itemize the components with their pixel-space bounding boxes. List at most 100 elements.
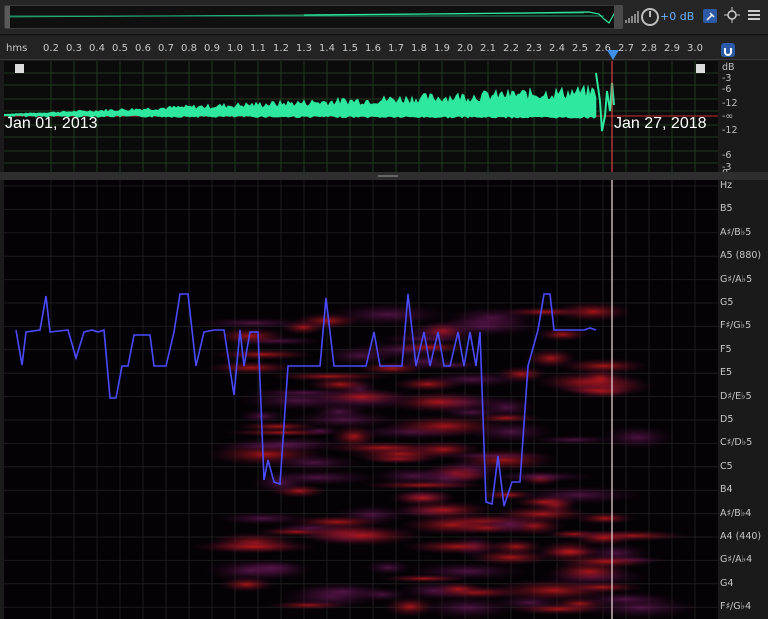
heat-blob (392, 376, 464, 392)
heat-blob (218, 576, 276, 593)
heat-blob (382, 414, 507, 438)
ruler-tick-label: 1.9 (434, 43, 450, 54)
note-label: Hz (720, 180, 733, 191)
waveform-panel[interactable] (4, 61, 718, 172)
heat-blob (558, 581, 645, 593)
note-label: G5 (720, 297, 734, 308)
note-label: A♯/B♭4 (720, 507, 752, 519)
ruler-tick-label: 2.2 (503, 43, 519, 54)
overview-handle-right[interactable] (614, 5, 623, 29)
audio-editor: +0 dB hms 0.2 0.3 0.4 0.5 0.6 0.7 0.8 0.9 1.0 1.1… (0, 0, 768, 619)
heat-blob (393, 500, 494, 520)
heat-blob (512, 495, 578, 509)
note-label: F♯/G♭4 (720, 601, 752, 613)
note-label: B4 (720, 484, 733, 496)
note-label: D♯/E♭5 (720, 390, 752, 402)
level-meter-icon (625, 11, 639, 23)
note-label: G4 (720, 577, 734, 589)
heat-blob (573, 591, 677, 607)
ruler-tick-label: 0.2 (43, 43, 59, 54)
ruler-tick-label: 2.5 (572, 43, 588, 54)
heat-blob (192, 317, 314, 329)
note-label: D5 (720, 414, 734, 425)
note-label: E5 (720, 367, 733, 379)
menu-icon[interactable] (748, 9, 760, 21)
heat-blob (488, 538, 545, 555)
snap-magnet-icon[interactable] (721, 43, 735, 57)
note-label: A4 (440) (720, 531, 762, 542)
note-label: C5 (720, 460, 733, 472)
ruler-tick-label: 1.6 (365, 43, 381, 54)
ruler-tick-label: 0.7 (158, 43, 174, 54)
ruler-tick-label: 2.4 (549, 43, 565, 54)
ruler-tick-label: 2.8 (641, 43, 657, 54)
spectral-pitch-panel[interactable] (4, 180, 718, 619)
heat-blob (497, 307, 593, 317)
db-label: -6 (722, 150, 732, 161)
ruler-tick-label: 1.3 (296, 43, 312, 54)
heat-blob (577, 368, 624, 391)
note-label: C♯/D♭5 (720, 437, 753, 449)
start-date-label: Jan 01, 2013 (5, 115, 98, 132)
note-label: F5 (720, 343, 732, 355)
fade-in-handle-icon[interactable] (15, 64, 24, 73)
note-label: A♯/B♭5 (720, 226, 752, 238)
volume-value[interactable]: +0 dB (660, 10, 694, 23)
note-label: G♯/A♭5 (720, 273, 753, 285)
db-label: -12 (722, 98, 738, 109)
waveform-tail (595, 72, 615, 132)
ruler-tick-label: 2.9 (664, 43, 680, 54)
volume-knob-icon[interactable] (641, 8, 659, 26)
divider-grip[interactable] (378, 175, 398, 177)
heat-blob (388, 341, 471, 353)
pin-icon[interactable] (703, 9, 717, 23)
heat-blob (292, 582, 392, 601)
db-label: -12 (722, 125, 738, 136)
ruler-tick-label: 1.1 (250, 43, 266, 54)
heat-blob (209, 349, 316, 360)
heat-blob (421, 317, 545, 337)
ruler-tick-label: 1.2 (273, 43, 289, 54)
heat-blob (302, 524, 424, 547)
ruler-tick-label: 1.0 (227, 43, 243, 54)
db-label: -∞ (722, 111, 734, 122)
note-label: G♯/A♭4 (720, 554, 753, 566)
heat-blob (189, 540, 318, 554)
playhead-marker[interactable] (607, 50, 619, 60)
note-scale: Hz B5 A♯/B♭5 A5 (880) G♯/A♭5 G5 F♯/G♭5 F5 E5 D♯/E… (718, 180, 768, 619)
ruler-unit: hms (6, 43, 28, 54)
heat-blob (204, 361, 299, 375)
fade-out-handle-icon[interactable] (696, 64, 705, 73)
overview-bar: +0 dB (0, 0, 768, 35)
spectral-pitch-graph (4, 180, 718, 619)
overview-waveform (9, 11, 618, 24)
db-scale: dB-3-6-12-∞-12-6-30 (718, 61, 768, 179)
ruler-tick-label: 2.7 (618, 43, 634, 54)
heat-blob (570, 529, 637, 546)
ruler-tick-label: 1.4 (319, 43, 335, 54)
heat-blob (432, 581, 485, 597)
heat-blob (306, 377, 375, 392)
heat-blob (573, 512, 636, 525)
db-label: -3 (722, 73, 732, 84)
ruler-tick-label: 0.6 (135, 43, 151, 54)
heat-blob (364, 560, 412, 575)
heat-blob (479, 515, 539, 534)
ruler-tick-label: 2.1 (480, 43, 496, 54)
db-label: dB (722, 62, 735, 73)
end-date-label: Jan 27, 2018 (614, 115, 707, 132)
note-label: B5 (720, 203, 733, 215)
heat-blob (214, 511, 312, 525)
ruler-tick-label: 2.0 (457, 43, 473, 54)
ruler-tick-label: 0.8 (181, 43, 197, 54)
ruler-tick-label: 0.3 (66, 43, 82, 54)
note-label: A5 (880) (720, 250, 762, 262)
time-ruler[interactable]: hms 0.2 0.3 0.4 0.5 0.6 0.7 0.8 0.9 1.0 1.1 1.2 1.3… (0, 36, 768, 60)
note-label: F♯/G♭5 (720, 320, 752, 332)
heat-blob (429, 451, 553, 461)
heat-blob (599, 425, 676, 449)
ruler-tick-label: 0.9 (204, 43, 220, 54)
ruler-tick-label: 3.0 (687, 43, 703, 54)
ruler-tick-label: 0.4 (89, 43, 105, 54)
zoom-target-icon[interactable] (724, 7, 740, 25)
